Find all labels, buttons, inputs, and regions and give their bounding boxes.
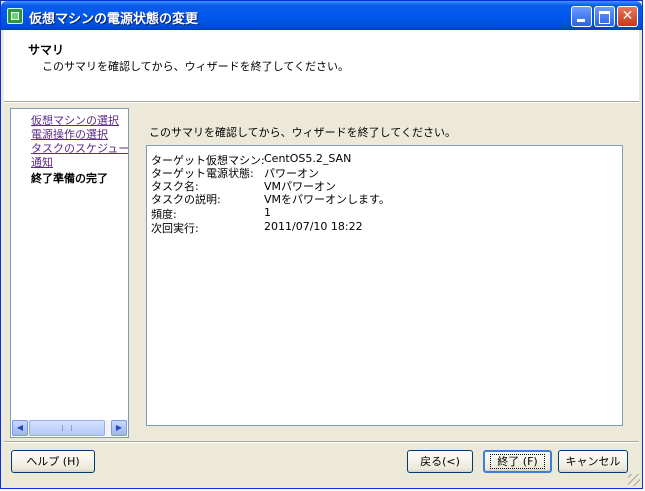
summary-value: CentOS5.2_SAN [264, 152, 352, 165]
chevron-right-icon: ▶ [115, 423, 123, 432]
window-title: 仮想マシンの電源状態の変更 [29, 12, 199, 27]
header-divider [4, 101, 639, 103]
close-icon: ✕ [621, 8, 634, 24]
help-button[interactable]: ヘルプ (H) [11, 450, 95, 473]
summary-panel[interactable]: ターゲット仮想マシン: CentOS5.2_SAN ターゲット電源状態: パワー… [146, 145, 623, 426]
footer-divider [4, 441, 639, 443]
finish-button-label: 終了 (F) [490, 454, 545, 469]
scroll-right-button[interactable]: ▶ [111, 420, 127, 436]
summary-instruction: このサマリを確認してから、ウィザードを終了してください。 [149, 126, 457, 139]
summary-value: VMをパワーオンします。 [264, 193, 390, 206]
nav-horizontal-scrollbar[interactable]: ◀ ▶ [12, 420, 127, 436]
scroll-thumb[interactable] [29, 420, 105, 436]
summary-key: タスクの説明: [151, 193, 221, 206]
finish-button[interactable]: 終了 (F) [483, 450, 552, 473]
summary-value: 1 [264, 206, 271, 219]
scroll-left-button[interactable]: ◀ [12, 420, 28, 436]
back-button[interactable]: 戻る(<) [407, 450, 473, 473]
summary-key: 次回実行: [151, 222, 199, 235]
chevron-left-icon: ◀ [16, 423, 24, 432]
wizard-header: サマリ このサマリを確認してから、ウィザードを終了してください。 [4, 30, 639, 101]
nav-step-notification[interactable]: 通知 [31, 154, 53, 170]
page-description: このサマリを確認してから、ウィザードを終了してください。 [42, 60, 350, 73]
step-navigation: 仮想マシンの選択 電源操作の選択 タスクのスケジュール設定 通知 終了準備の完了… [10, 108, 129, 438]
app-icon [7, 8, 23, 24]
minimize-button[interactable] [571, 6, 592, 27]
cancel-button[interactable]: キャンセル [558, 450, 628, 473]
maximize-button[interactable] [594, 6, 615, 27]
page-title: サマリ [28, 43, 65, 57]
close-button[interactable]: ✕ [617, 6, 638, 27]
title-bar[interactable]: 仮想マシンの電源状態の変更 ✕ [1, 1, 642, 30]
wizard-window: 仮想マシンの電源状態の変更 ✕ サマリ このサマリを確認してから、ウィザードを終… [0, 0, 643, 489]
nav-step-ready: 終了準備の完了 [31, 172, 108, 185]
summary-value: 2011/07/10 18:22 [264, 220, 363, 233]
resize-grip-icon[interactable] [628, 474, 640, 486]
